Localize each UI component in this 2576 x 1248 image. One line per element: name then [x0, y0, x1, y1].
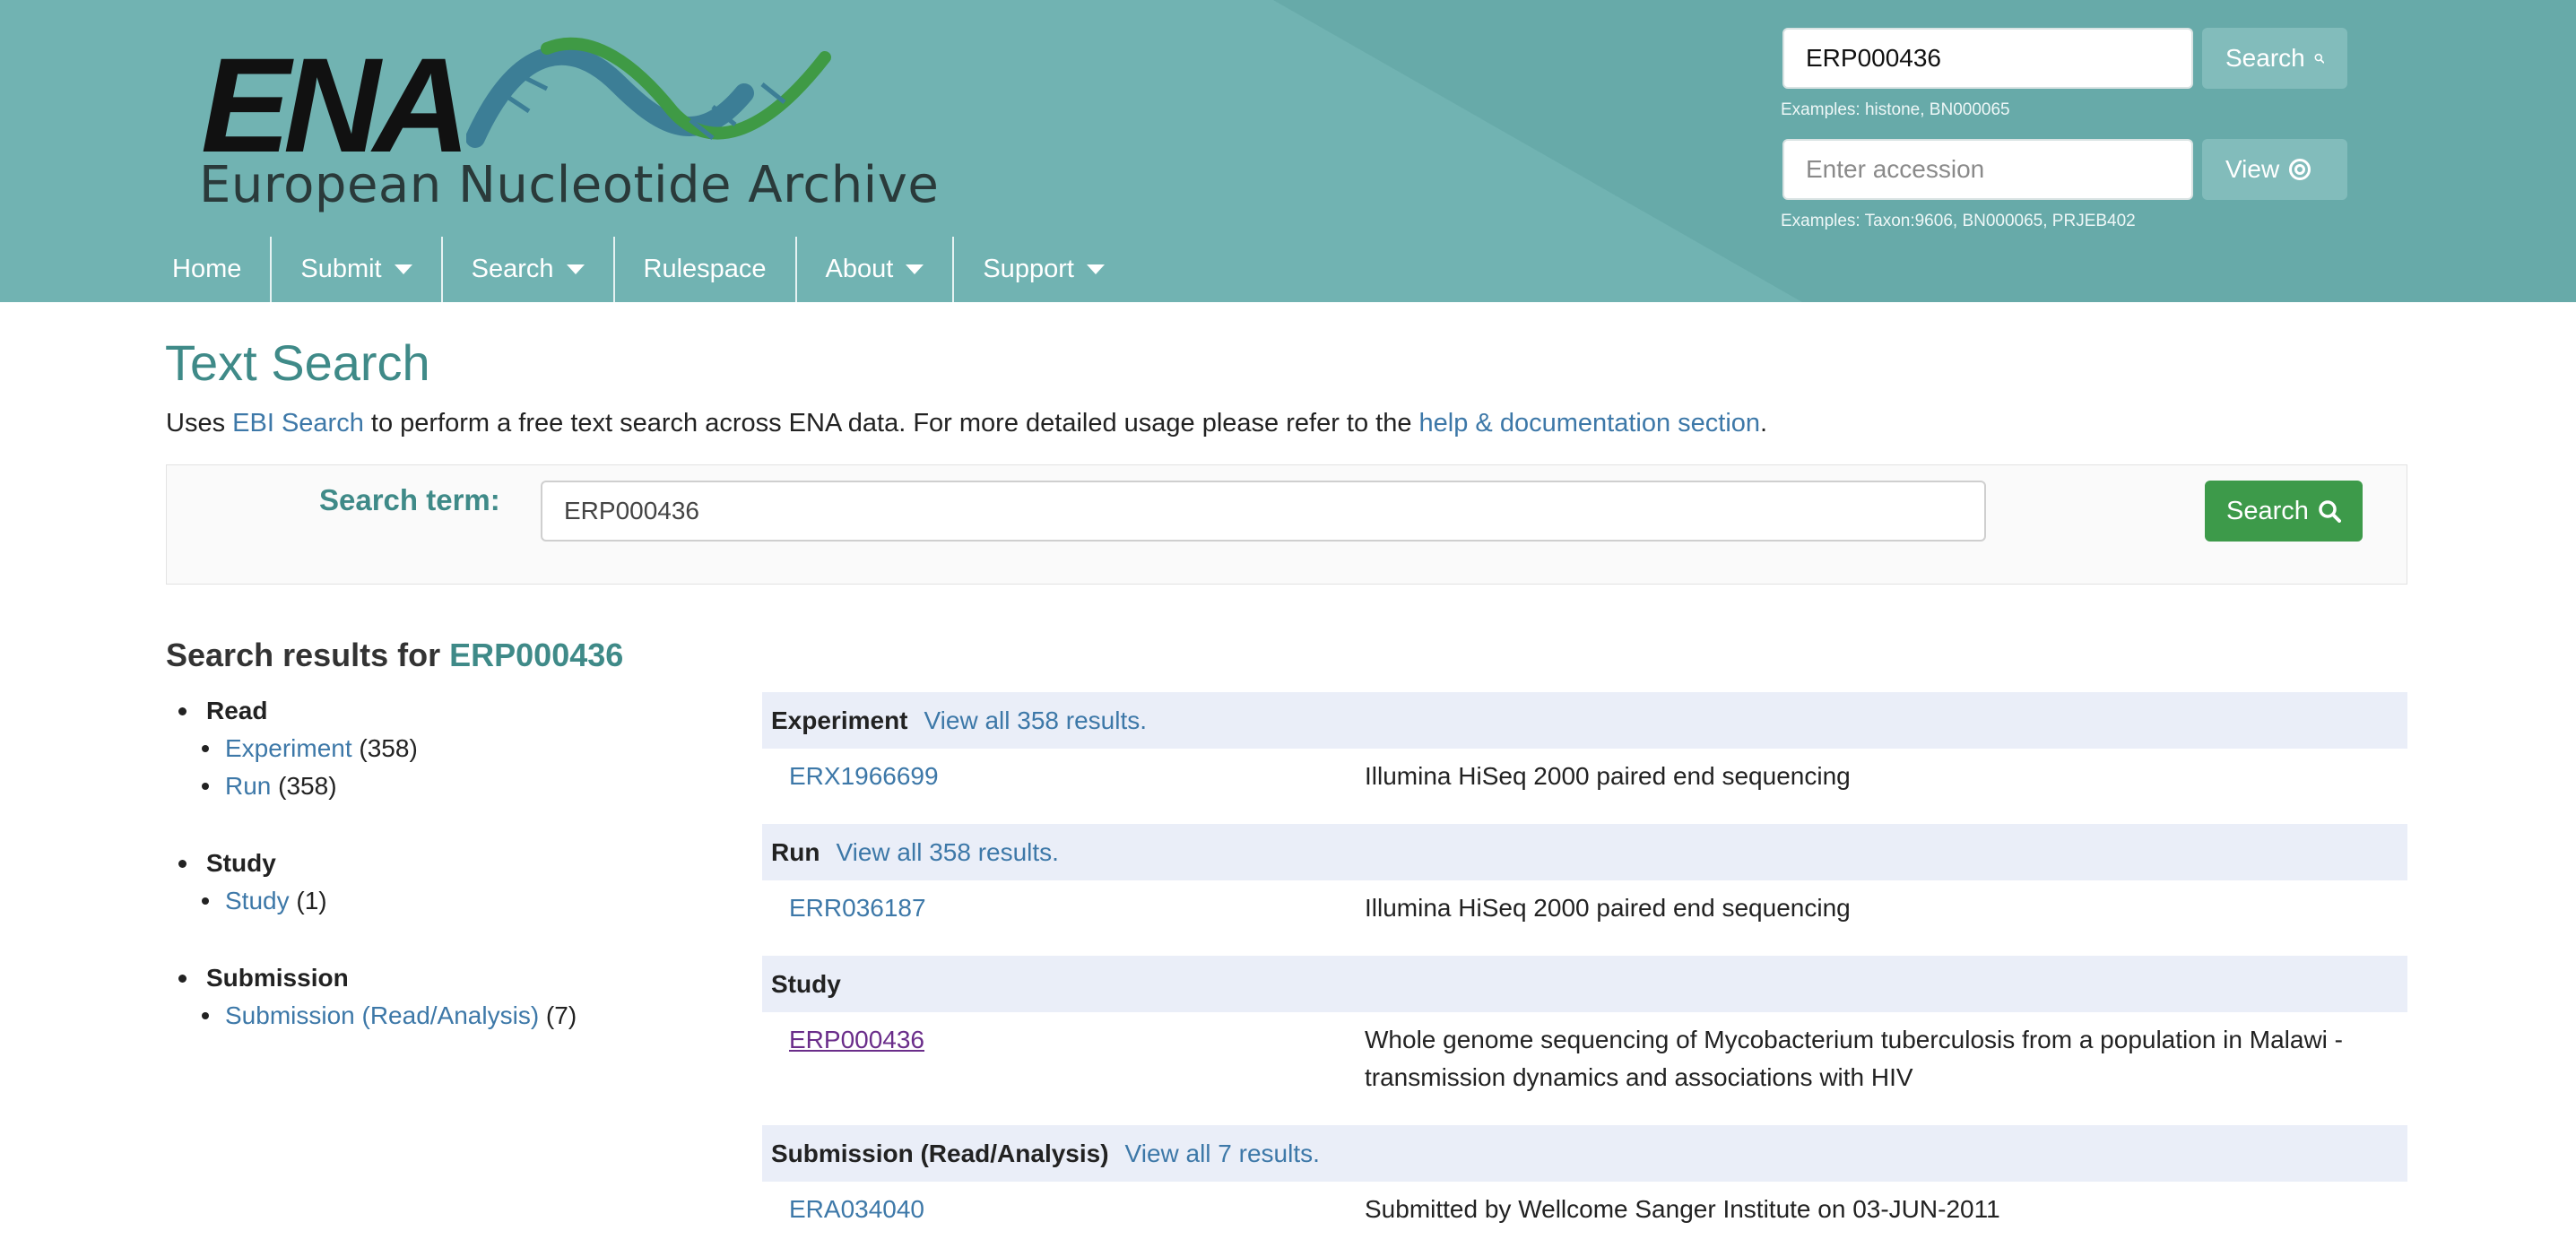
- intro-text: Uses: [166, 409, 233, 438]
- accession-link[interactable]: ERX1966699: [789, 758, 939, 795]
- search-icon: [2314, 53, 2324, 64]
- results-term: ERP000436: [449, 637, 624, 673]
- nav-submit-label: Submit: [300, 255, 382, 283]
- facet-group-title: Study: [166, 845, 740, 882]
- target-icon: [2289, 159, 2311, 180]
- facet-group-submission: Submission Submission (Read/Analysis) (7…: [166, 959, 740, 1035]
- section-title: Experiment: [771, 706, 908, 734]
- nav-support-label: Support: [983, 255, 1074, 283]
- nav-rulespace-label: Rulespace: [643, 255, 767, 283]
- accession-input[interactable]: [1782, 139, 2193, 200]
- accession-link[interactable]: ERA034040: [789, 1191, 924, 1228]
- search-term-label: Search term:: [319, 483, 500, 516]
- facet-count: (358): [278, 772, 337, 800]
- facet-link-experiment[interactable]: Experiment: [225, 734, 352, 763]
- logo-text: ENA: [201, 30, 471, 180]
- facet-item: Experiment (358): [166, 730, 740, 767]
- page-title: Text Search: [165, 334, 430, 391]
- search-submit-label: Search: [2226, 496, 2309, 525]
- logo-subtitle: European Nucleotide Archive: [199, 156, 940, 214]
- search-icon: [2319, 500, 2341, 523]
- intro-text: to perform a free text search across ENA…: [363, 409, 1419, 438]
- page-intro: Uses EBI Search to perform a free text s…: [166, 409, 1767, 438]
- facet-group-title: Read: [166, 692, 740, 730]
- header-search-input[interactable]: [1782, 28, 2193, 89]
- view-accession-button[interactable]: View: [2202, 139, 2347, 200]
- intro-text: .: [1760, 409, 1768, 438]
- nav-search-label: Search: [471, 255, 554, 283]
- facet-link-run[interactable]: Run: [225, 772, 271, 801]
- facet-link-submission[interactable]: Submission (Read/Analysis): [225, 1001, 539, 1030]
- results-panel: Experiment View all 358 results. ERX19666…: [762, 692, 2407, 1237]
- facet-group-title: Submission: [166, 959, 740, 997]
- facet-count: (1): [296, 887, 327, 914]
- search-form: Search term: Search: [166, 464, 2407, 585]
- facet-count: (7): [545, 1001, 577, 1029]
- nav-support[interactable]: Support: [954, 237, 1133, 302]
- facet-item: Submission (Read/Analysis) (7): [166, 997, 740, 1035]
- facet-item: Run (358): [166, 767, 740, 805]
- caret-down-icon: [1086, 264, 1105, 274]
- nav-about-label: About: [825, 255, 894, 283]
- result-row: ERR036187 Illumina HiSeq 2000 paired end …: [762, 880, 2407, 936]
- nav-search[interactable]: Search: [443, 237, 615, 302]
- result-section-header: Run View all 358 results.: [762, 824, 2407, 880]
- view-all-link[interactable]: View all 358 results.: [836, 838, 1059, 867]
- main-nav: Home Submit Search Rulespace About Suppo…: [143, 237, 1133, 302]
- result-section-header: Experiment View all 358 results.: [762, 692, 2407, 749]
- nav-about[interactable]: About: [797, 237, 955, 302]
- result-row: ERX1966699 Illumina HiSeq 2000 paired end…: [762, 749, 2407, 804]
- result-description: Whole genome sequencing of Mycobacterium…: [1365, 1026, 2343, 1091]
- section-title: Study: [771, 969, 841, 998]
- result-section-header: Submission (Read/Analysis) View all 7 res…: [762, 1125, 2407, 1182]
- nav-rulespace[interactable]: Rulespace: [615, 237, 797, 302]
- accession-examples-hint: Examples: Taxon:9606, BN000065, PRJEB402: [1781, 212, 2136, 230]
- facet-link-study[interactable]: Study: [225, 887, 290, 915]
- results-heading-prefix: Search results for: [166, 637, 450, 673]
- facet-item: Study (1): [166, 882, 740, 920]
- results-facets: Read Experiment (358) Run (358) Study St…: [166, 692, 740, 1074]
- result-description: Submitted by Wellcome Sanger Institute o…: [1365, 1195, 2000, 1223]
- search-examples-hint: Examples: histone, BN000065: [1781, 100, 2010, 119]
- view-all-link[interactable]: View all 358 results.: [924, 706, 1148, 735]
- accession-link[interactable]: ERR036187: [789, 889, 926, 927]
- results-heading: Search results for ERP000436: [166, 637, 623, 674]
- facet-count: (358): [359, 734, 418, 762]
- result-description: Illumina HiSeq 2000 paired end sequencin…: [1365, 762, 1851, 790]
- search-term-input[interactable]: [541, 481, 1986, 542]
- ebi-search-link[interactable]: EBI Search: [232, 409, 364, 438]
- view-label: View: [2225, 155, 2280, 183]
- help-documentation-link[interactable]: help & documentation section: [1419, 409, 1760, 438]
- view-all-link[interactable]: View all 7 results.: [1125, 1140, 1320, 1168]
- facet-group-read: Read Experiment (358) Run (358): [166, 692, 740, 805]
- caret-down-icon: [906, 264, 924, 274]
- caret-down-icon: [566, 264, 585, 274]
- accession-link[interactable]: ERP000436: [789, 1021, 924, 1059]
- caret-down-icon: [394, 264, 412, 274]
- result-section-header: Study: [762, 956, 2407, 1012]
- facet-group-study: Study Study (1): [166, 845, 740, 920]
- nav-home[interactable]: Home: [143, 237, 273, 302]
- result-row: ERA034040 Submitted by Wellcome Sanger In…: [762, 1182, 2407, 1237]
- header-search-label: Search: [2225, 44, 2305, 72]
- section-title: Submission (Read/Analysis): [771, 1139, 1109, 1167]
- header-search-button[interactable]: Search: [2202, 28, 2347, 89]
- section-title: Run: [771, 837, 820, 866]
- search-submit-button[interactable]: Search: [2205, 481, 2363, 542]
- nav-submit[interactable]: Submit: [272, 237, 443, 302]
- ena-logo[interactable]: ENA European Nucleotide Archive: [197, 30, 939, 219]
- dna-helix-icon: [466, 37, 831, 148]
- result-row: ERP000436 Whole genome sequencing of Myco…: [762, 1012, 2407, 1105]
- result-description: Illumina HiSeq 2000 paired end sequencin…: [1365, 894, 1851, 922]
- site-header: ENA European Nucleotide Archive Search E…: [0, 0, 2576, 302]
- nav-home-label: Home: [172, 255, 242, 283]
